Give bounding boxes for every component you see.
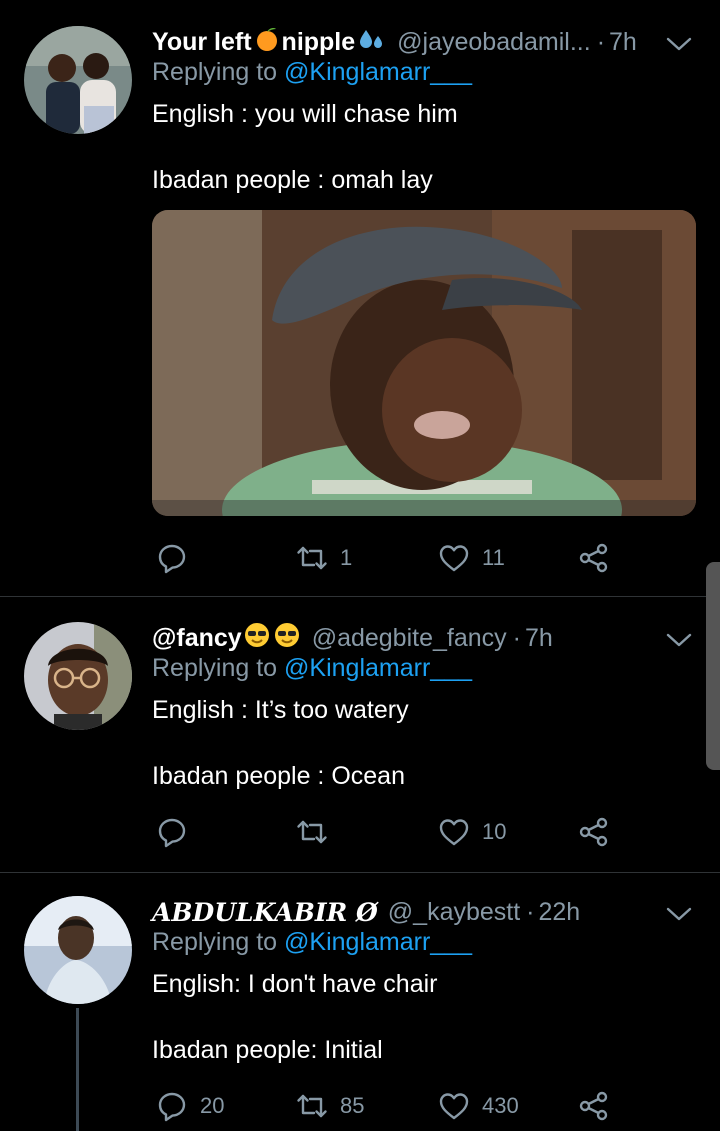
tweet-text-line-2: Ibadan people: Initial — [152, 1036, 383, 1064]
tweet-header: ABDULKABIR Ø @_kaybestt · 22h — [152, 892, 690, 932]
tweet-text-line-2: Ibadan people : Ocean — [152, 762, 405, 790]
replying-to: Replying to @Kinglamarr___ — [152, 928, 472, 957]
tweet-text-line-1: English : It’s too watery — [152, 696, 409, 724]
mention-link[interactable]: @Kinglamarr___ — [284, 58, 472, 86]
peach-emoji — [254, 26, 280, 59]
retweet-button[interactable]: 85 — [296, 1084, 364, 1128]
like-count: 10 — [482, 819, 507, 844]
replying-to: Replying to @Kinglamarr___ — [152, 654, 472, 683]
tweet-header: @fancy @adegbite_fancy · 7h — [152, 618, 690, 658]
avatar[interactable] — [24, 26, 132, 134]
display-name-part-2[interactable]: nipple — [282, 28, 356, 57]
reply-count: 20 — [200, 1093, 225, 1118]
handle[interactable]: @adegbite_fancy — [312, 624, 507, 653]
share-button[interactable] — [578, 810, 610, 854]
tweet-header: Your left nipple @jayeobadamil... · 7h — [152, 22, 690, 62]
retweet-button[interactable]: 1 — [296, 536, 352, 580]
tweet-1[interactable]: Your left nipple @jayeobadamil... · 7h R… — [0, 22, 720, 592]
separator-dot: · — [526, 897, 535, 926]
replying-prefix: Replying to — [152, 928, 278, 956]
reply-icon — [156, 542, 188, 574]
tweet-3[interactable]: ABDULKABIR Ø @_kaybestt · 22h Replying t… — [0, 892, 720, 1131]
scrollbar[interactable] — [706, 562, 720, 770]
tweet-actions: 1 11 — [152, 536, 622, 580]
share-icon — [578, 1090, 610, 1122]
replying-prefix: Replying to — [152, 654, 278, 682]
share-icon — [578, 816, 610, 848]
sweat-droplets-emoji — [357, 26, 385, 59]
reply-button[interactable]: 20 — [156, 1084, 224, 1128]
retweet-icon — [296, 542, 328, 574]
like-button[interactable]: 10 — [438, 810, 506, 854]
like-count: 430 — [482, 1093, 519, 1118]
tweet-2[interactable]: @fancy @adegbite_fancy · 7h Replying to … — [0, 618, 720, 868]
like-icon — [438, 816, 470, 848]
retweet-icon — [296, 1090, 328, 1122]
display-name[interactable]: ABDULKABIR Ø — [152, 898, 378, 927]
like-icon — [438, 1090, 470, 1122]
tweet-text-line-1: English : you will chase him — [152, 100, 458, 128]
separator-dot: · — [596, 27, 606, 56]
tweet-text-line-1: English: I don't have chair — [152, 970, 438, 998]
tweet-media-image[interactable] — [152, 210, 696, 516]
tweet-text-line-2: Ibadan people : omah lay — [152, 166, 433, 194]
retweet-icon — [296, 816, 328, 848]
like-button[interactable]: 11 — [438, 536, 505, 580]
mention-link[interactable]: @Kinglamarr___ — [284, 928, 472, 956]
like-icon — [438, 542, 470, 574]
retweet-button[interactable] — [296, 810, 340, 854]
chevron-down-icon[interactable] — [666, 632, 692, 648]
chevron-down-icon[interactable] — [666, 36, 692, 52]
share-icon — [578, 542, 610, 574]
reply-button[interactable] — [156, 810, 200, 854]
display-name[interactable]: @fancy — [152, 624, 242, 653]
mention-link[interactable]: @Kinglamarr___ — [284, 654, 472, 682]
replying-prefix: Replying to — [152, 58, 278, 86]
tweet-actions: 20 85 430 — [152, 1084, 622, 1128]
sunglasses-emoji — [274, 622, 300, 655]
like-count: 11 — [482, 545, 505, 570]
like-button[interactable]: 430 — [438, 1084, 519, 1128]
timestamp[interactable]: 7h — [609, 28, 637, 57]
reply-icon — [156, 816, 188, 848]
divider — [0, 872, 720, 873]
share-button[interactable] — [578, 1084, 610, 1128]
thread-connector-line — [76, 1008, 79, 1131]
divider — [0, 596, 720, 597]
share-button[interactable] — [578, 536, 610, 580]
sunglasses-emoji — [244, 622, 270, 655]
tweet-actions: 10 — [152, 810, 622, 854]
handle[interactable]: @_kaybestt — [388, 898, 520, 927]
retweet-count: 1 — [340, 545, 353, 570]
handle[interactable]: @jayeobadamil... — [397, 28, 591, 57]
reply-button[interactable] — [156, 536, 200, 580]
chevron-down-icon[interactable] — [666, 906, 692, 922]
timestamp[interactable]: 7h — [525, 624, 553, 653]
display-name[interactable]: Your left — [152, 28, 252, 57]
reply-icon — [156, 1090, 188, 1122]
retweet-count: 85 — [340, 1093, 365, 1118]
timestamp[interactable]: 22h — [539, 898, 581, 927]
replying-to: Replying to @Kinglamarr___ — [152, 58, 472, 87]
separator-dot: · — [512, 623, 521, 652]
avatar[interactable] — [24, 896, 132, 1004]
avatar[interactable] — [24, 622, 132, 730]
